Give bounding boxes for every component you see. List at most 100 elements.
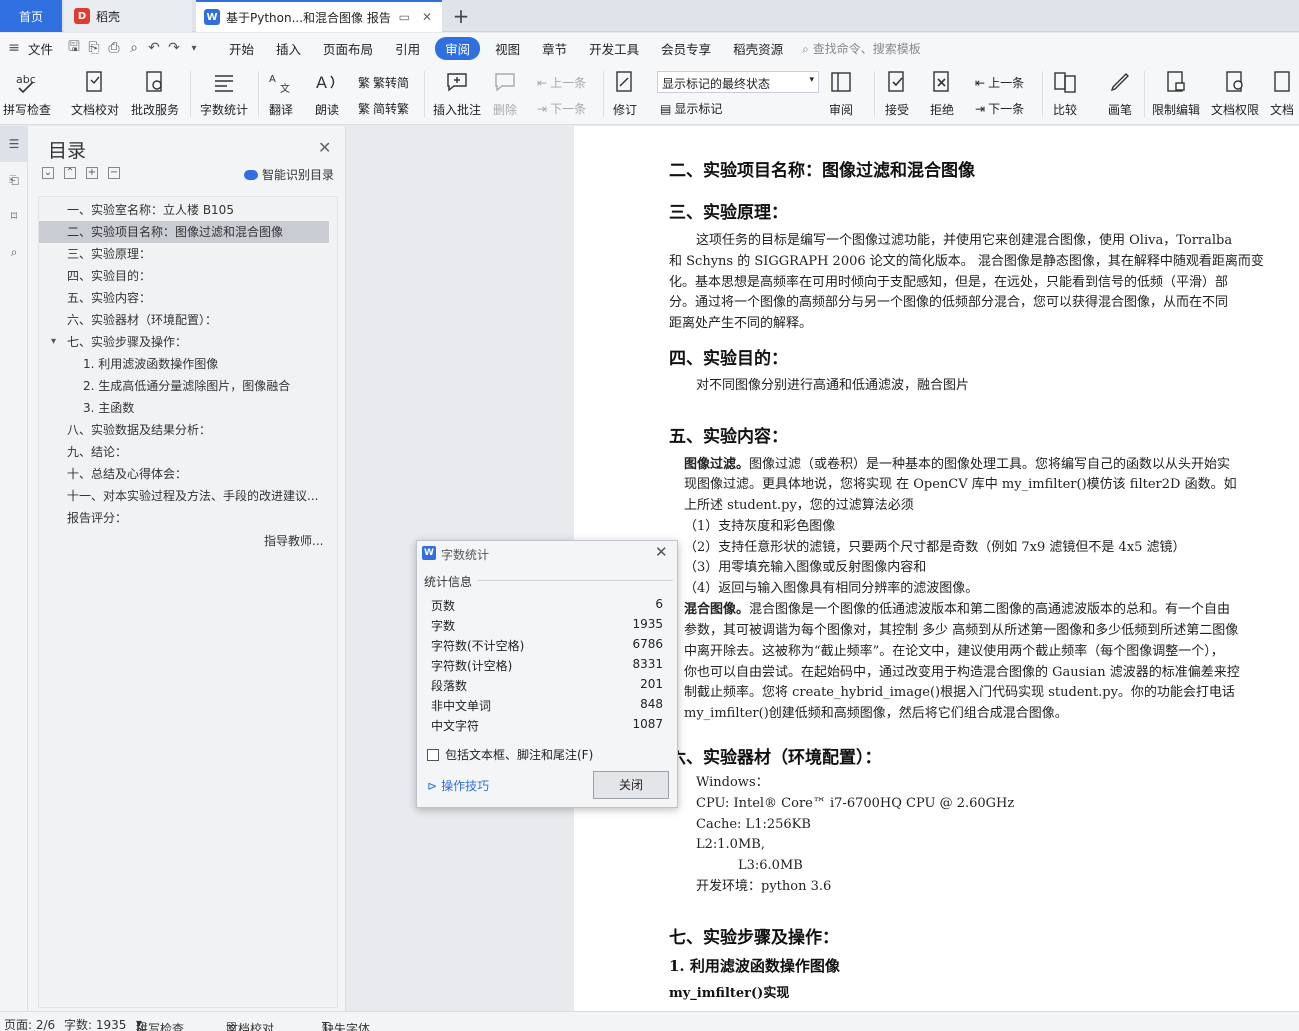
prev-change-button[interactable]: ⇤ 上一条 [975, 74, 1024, 91]
undo-icon[interactable]: ↶ [144, 40, 164, 56]
toc-item[interactable]: 1. 利用滤波函数操作图像 [39, 353, 329, 375]
search-icon[interactable]: ⌕ [0, 234, 28, 270]
translate-button[interactable]: A文 翻译 [268, 69, 294, 118]
insert-comment-label: 插入批注 [433, 103, 482, 117]
menu-devtools[interactable]: 开发工具 [578, 39, 650, 58]
toc-item[interactable]: 九、结论： [39, 441, 329, 463]
menu-review[interactable]: 审阅 [435, 36, 481, 60]
status-missing-font-label: 缺失字体 [322, 1022, 371, 1031]
doc-proof-button[interactable]: 文档校对 [71, 69, 119, 118]
toc-item[interactable]: 五、实验内容： [39, 287, 329, 309]
menu-layout[interactable]: 页面布局 [312, 39, 384, 58]
insert-comment-button[interactable]: 插入批注 [433, 69, 481, 118]
close-button[interactable]: 关闭 [593, 771, 669, 799]
status-bar: 页面: 2/6 字数: 1935 ☑ 拼写检查 ▾ ☒ 文档校对 Ṯ 缺失字体 [0, 1011, 1299, 1031]
command-search-placeholder: 查找命令、搜索模板 [812, 41, 921, 56]
simp-to-trad-button[interactable]: 繁简转繁 [358, 100, 409, 117]
expand-all-icon[interactable]: ⌄ [42, 167, 54, 179]
toc-item[interactable]: 一、实验室名称：立人楼 B105 [39, 199, 329, 221]
menu-daoke-resources[interactable]: 稻壳资源 [722, 39, 794, 58]
menu-file[interactable]: 文件 [24, 39, 64, 58]
trad-to-simp-button[interactable]: 繁繁转简 [358, 74, 409, 91]
toc-item[interactable]: 七、实验步骤及操作： [39, 331, 329, 353]
menu-start[interactable]: 开始 [218, 39, 265, 58]
tab-daoke[interactable]: D 稻壳 [64, 0, 192, 32]
bookmark-icon[interactable]: ⌑ [0, 198, 28, 234]
remove-heading-icon[interactable]: − [108, 167, 120, 179]
menu-view[interactable]: 视图 [484, 39, 531, 58]
command-search[interactable]: ⌕ 查找命令、搜索模板 [802, 40, 921, 57]
reject-icon [929, 69, 955, 95]
word-count-button[interactable]: 字数统计 [200, 69, 248, 118]
doc-more-button[interactable]: 文档 [1270, 69, 1299, 118]
status-page[interactable]: 页面: 2/6 [4, 1016, 55, 1031]
read-aloud-button[interactable]: A 朗读 [314, 69, 340, 118]
close-icon[interactable]: ✕ [655, 543, 668, 561]
toc-item[interactable]: 六、实验器材（环境配置）： [39, 309, 329, 331]
toc-item[interactable]: 3. 主函数 [39, 397, 329, 419]
doc-rights-button[interactable]: 文档权限 [1211, 69, 1259, 118]
toc-item[interactable]: 十、总结及心得体会： [39, 463, 329, 485]
next-comment-button[interactable]: ⇥ 下一条 [537, 100, 586, 117]
toc-item[interactable]: 报告评分： [39, 507, 329, 529]
redo-icon[interactable]: ↷ [164, 40, 184, 56]
include-textbox-checkbox[interactable]: 包括文本框、脚注和尾注(F) [427, 746, 593, 763]
toc-item[interactable]: 指导教师... [264, 532, 323, 549]
markup-state-select[interactable]: 显示标记的最终状态 ▾ [657, 71, 819, 93]
prev-comment-button[interactable]: ⇤ 上一条 [537, 74, 586, 91]
export-pdf-icon[interactable]: ⎘ [84, 40, 104, 56]
next-comment-label: 下一条 [550, 102, 587, 116]
show-markup-button[interactable]: ▤ 显示标记 [660, 100, 722, 117]
restrict-edit-button[interactable]: 限制编辑 [1152, 69, 1200, 118]
toc-icon[interactable]: ☰ [0, 126, 28, 162]
hamburger-icon[interactable]: ≡ [4, 40, 24, 56]
add-heading-icon[interactable]: + [86, 167, 98, 179]
stat-label: 字数 [431, 619, 456, 633]
spell-check-button[interactable]: abc 拼写检查 [3, 69, 51, 118]
compare-label: 比较 [1052, 103, 1077, 117]
save-icon[interactable]: 🖫 [64, 36, 84, 60]
menu-member[interactable]: 会员专享 [650, 39, 722, 58]
close-icon[interactable]: ✕ [318, 138, 331, 157]
delete-comment-button[interactable]: 删除 [492, 69, 518, 118]
reject-button[interactable]: 拒绝 [929, 69, 955, 118]
review-service-button[interactable]: 批改服务 [131, 69, 179, 118]
tab-close-icon[interactable]: ✕ [422, 10, 432, 24]
tips-link[interactable]: ⊳ 操作技巧 [427, 777, 489, 794]
ribbon-divider [874, 71, 875, 117]
status-spell-check[interactable]: ☑ 拼写检查 ▾ [136, 1016, 184, 1031]
toc-item[interactable]: 十一、对本实验过程及方法、手段的改进建议... [39, 485, 329, 507]
menu-section[interactable]: 章节 [531, 39, 578, 58]
checkbox-box[interactable] [427, 748, 439, 761]
para-5-line: 中离开除去。这被称为“截止频率”。在论文中，建议使用两个截止频率（每个图像调整一… [684, 644, 1224, 659]
collapse-all-icon[interactable]: ⌃ [64, 167, 76, 179]
menu-insert[interactable]: 插入 [265, 39, 312, 58]
print-preview-icon[interactable]: ⌕ [124, 40, 144, 56]
chevron-down-icon[interactable]: ▾ [184, 43, 204, 54]
pen-icon [1107, 69, 1133, 95]
smart-toc-button[interactable]: 智能识别目录 [244, 166, 334, 183]
pen-button[interactable]: 画笔 [1107, 69, 1133, 118]
include-textbox-label: 包括文本框、脚注和尾注(F) [445, 748, 594, 762]
tab-document[interactable]: W 基于Python...和混合图像 报告 ▭ ✕ [196, 0, 442, 32]
tab-home[interactable]: 首页 [0, 0, 62, 32]
status-word-count[interactable]: 字数: 1935 [64, 1016, 126, 1031]
menu-reference[interactable]: 引用 [384, 39, 431, 58]
toc-item[interactable]: 四、实验目的： [39, 265, 329, 287]
stat-value: 6 [655, 597, 663, 611]
chapter-nav-icon[interactable]: ⎗ [0, 162, 28, 198]
toc-item[interactable]: 三、实验原理： [39, 243, 329, 265]
track-changes-button[interactable]: 修订 [612, 69, 638, 118]
accept-button[interactable]: 接受 [884, 69, 910, 118]
toc-item[interactable]: 八、实验数据及结果分析： [39, 419, 329, 441]
next-change-button[interactable]: ⇥ 下一条 [975, 100, 1024, 117]
toc-item-selected[interactable]: 二、实验项目名称：图像过滤和混合图像 [39, 221, 329, 243]
document-page[interactable]: 二、实验项目名称：图像过滤和混合图像 三、实验原理： 这项任务的目标是编写一个图… [574, 126, 1299, 1011]
new-tab-button[interactable]: + [448, 0, 474, 32]
tab-pin-icon[interactable]: ▭ [399, 10, 410, 24]
chevron-down-icon[interactable]: ▾ [51, 331, 56, 353]
toc-item[interactable]: 2. 生成高低通分量滤除图片，图像融合 [39, 375, 329, 397]
print-icon[interactable]: ⎙ [104, 40, 124, 56]
review-pane-button[interactable]: 审阅 [828, 69, 854, 118]
compare-button[interactable]: 比较 [1052, 69, 1078, 118]
